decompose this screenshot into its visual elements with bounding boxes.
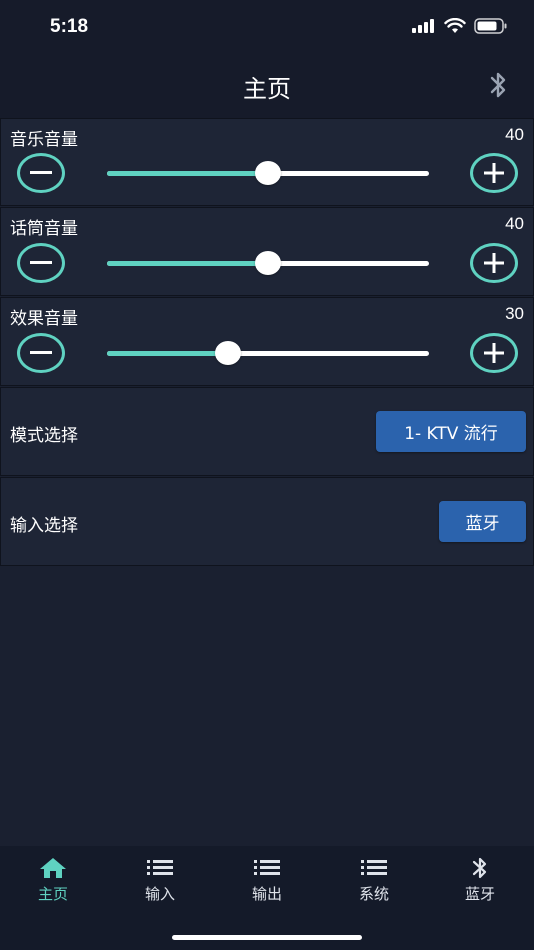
- tab-label: 系统: [358, 885, 389, 903]
- status-time: 5:18: [50, 16, 89, 37]
- home-icon: [40, 858, 66, 878]
- slider-fill: [107, 351, 228, 356]
- volume-panel-mic: 话筒音量 40: [0, 207, 534, 296]
- volume-slider[interactable]: [107, 161, 429, 185]
- decrease-button[interactable]: [17, 153, 65, 193]
- signal-icon: [412, 19, 434, 33]
- volume-value: 40: [505, 125, 524, 144]
- tab-output[interactable]: 输出: [227, 856, 307, 904]
- slider-fill: [107, 261, 268, 266]
- volume-panel-effect: 效果音量 30: [0, 297, 534, 386]
- input-select-button[interactable]: 蓝牙: [439, 501, 526, 542]
- battery-icon: [474, 18, 507, 34]
- decrease-button[interactable]: [17, 333, 65, 373]
- tab-home[interactable]: 主页: [13, 856, 93, 904]
- status-bar: 5:18: [0, 0, 534, 56]
- volume-label: 话筒音量: [10, 219, 78, 239]
- minus-icon: [30, 171, 52, 174]
- minus-icon: [30, 351, 52, 354]
- volume-label: 音乐音量: [10, 130, 78, 150]
- page-title: 主页: [243, 75, 291, 103]
- increase-button[interactable]: [470, 153, 518, 193]
- tab-bluetooth[interactable]: 蓝牙: [440, 856, 520, 904]
- bluetooth-icon: [472, 857, 487, 879]
- tab-label: 输入: [144, 885, 175, 903]
- tab-label: 输出: [251, 885, 282, 903]
- plus-icon: [484, 163, 504, 183]
- increase-button[interactable]: [470, 243, 518, 283]
- volume-slider[interactable]: [107, 251, 429, 275]
- tab-label: 主页: [37, 885, 68, 903]
- volume-label: 效果音量: [10, 309, 78, 329]
- volume-panel-music: 音乐音量 40: [0, 118, 534, 206]
- slider-fill: [107, 171, 268, 176]
- slider-thumb[interactable]: [255, 161, 281, 185]
- status-icons: [412, 18, 508, 34]
- volume-value: 30: [505, 304, 524, 323]
- tab-system[interactable]: 系统: [334, 856, 414, 904]
- plus-icon: [484, 343, 504, 363]
- bluetooth-icon[interactable]: [484, 70, 512, 100]
- list-icon: [254, 860, 280, 875]
- increase-button[interactable]: [470, 333, 518, 373]
- home-indicator: [172, 935, 362, 940]
- mode-panel: 模式选择 1- KTV 流行: [0, 387, 534, 476]
- list-icon: [361, 860, 387, 875]
- slider-thumb[interactable]: [214, 341, 241, 365]
- list-icon: [147, 860, 173, 875]
- volume-value: 40: [505, 214, 524, 233]
- mode-label: 模式选择: [10, 426, 78, 446]
- input-panel: 输入选择 蓝牙: [0, 477, 534, 566]
- slider-thumb[interactable]: [255, 251, 281, 275]
- plus-icon: [484, 253, 504, 273]
- input-label: 输入选择: [10, 516, 78, 536]
- tab-input[interactable]: 输入: [120, 856, 200, 904]
- tab-label: 蓝牙: [464, 885, 495, 903]
- mode-select-button[interactable]: 1- KTV 流行: [376, 411, 526, 452]
- minus-icon: [30, 261, 52, 264]
- header: 主页: [0, 56, 534, 118]
- wifi-icon: [444, 18, 466, 33]
- volume-slider[interactable]: [107, 341, 429, 365]
- decrease-button[interactable]: [17, 243, 65, 283]
